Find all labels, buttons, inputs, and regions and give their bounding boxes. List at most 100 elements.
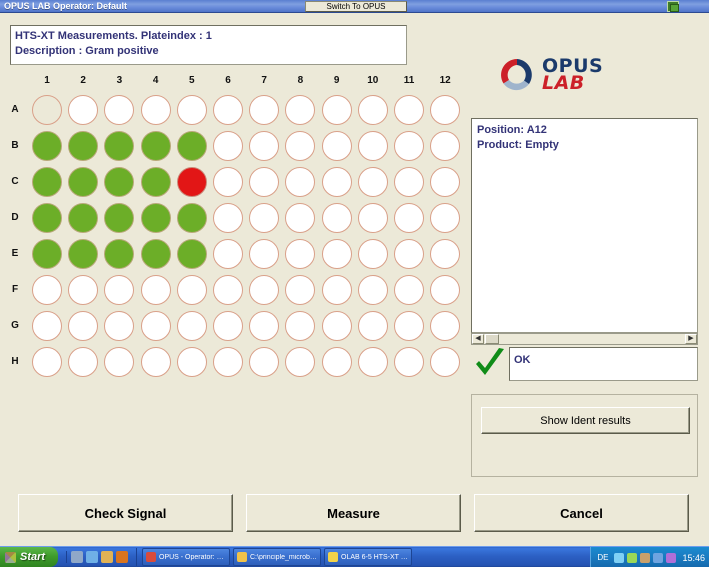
well-B2[interactable]	[68, 131, 98, 161]
well-C9[interactable]	[322, 167, 352, 197]
microplate-grid[interactable]: 123456789101112ABCDEFGH	[6, 73, 461, 378]
well-B5[interactable]	[177, 131, 207, 161]
well-G4[interactable]	[141, 311, 171, 341]
well-E11[interactable]	[394, 239, 424, 269]
well-C10[interactable]	[358, 167, 388, 197]
well-B3[interactable]	[104, 131, 134, 161]
well-F3[interactable]	[104, 275, 134, 305]
language-indicator[interactable]: DE	[597, 553, 608, 562]
well-H9[interactable]	[322, 347, 352, 377]
well-G12[interactable]	[430, 311, 460, 341]
well-H6[interactable]	[213, 347, 243, 377]
well-D10[interactable]	[358, 203, 388, 233]
well-D1[interactable]	[32, 203, 62, 233]
well-C1[interactable]	[32, 167, 62, 197]
network-icon[interactable]	[627, 553, 637, 563]
well-E8[interactable]	[285, 239, 315, 269]
well-F4[interactable]	[141, 275, 171, 305]
well-H5[interactable]	[177, 347, 207, 377]
show-ident-results-button[interactable]: Show Ident results	[481, 407, 690, 434]
well-H8[interactable]	[285, 347, 315, 377]
well-F12[interactable]	[430, 275, 460, 305]
well-A11[interactable]	[394, 95, 424, 125]
well-E4[interactable]	[141, 239, 171, 269]
well-G9[interactable]	[322, 311, 352, 341]
well-H2[interactable]	[68, 347, 98, 377]
well-C11[interactable]	[394, 167, 424, 197]
well-F7[interactable]	[249, 275, 279, 305]
switch-to-opus-button[interactable]: Switch To OPUS	[305, 1, 407, 12]
well-F2[interactable]	[68, 275, 98, 305]
well-H10[interactable]	[358, 347, 388, 377]
well-A4[interactable]	[141, 95, 171, 125]
well-C12[interactable]	[430, 167, 460, 197]
well-H7[interactable]	[249, 347, 279, 377]
well-D6[interactable]	[213, 203, 243, 233]
well-B7[interactable]	[249, 131, 279, 161]
internet-explorer-icon[interactable]	[86, 551, 98, 563]
well-E2[interactable]	[68, 239, 98, 269]
well-A12[interactable]	[430, 95, 460, 125]
well-E6[interactable]	[213, 239, 243, 269]
taskbar-task-2[interactable]: C:\principle_microbial...	[233, 548, 321, 566]
scroll-right-arrow-icon[interactable]: ▶	[685, 334, 697, 344]
start-button[interactable]: Start	[0, 547, 58, 567]
well-C7[interactable]	[249, 167, 279, 197]
well-G10[interactable]	[358, 311, 388, 341]
clock[interactable]: 15:46	[682, 553, 705, 563]
media-player-icon[interactable]	[116, 551, 128, 563]
taskbar-task-3[interactable]: OLAB 6-5 HTS-XT 96T...	[324, 548, 412, 566]
well-E7[interactable]	[249, 239, 279, 269]
well-B9[interactable]	[322, 131, 352, 161]
scrollbar-thumb[interactable]	[485, 334, 499, 344]
well-G5[interactable]	[177, 311, 207, 341]
well-A7[interactable]	[249, 95, 279, 125]
well-D2[interactable]	[68, 203, 98, 233]
well-F10[interactable]	[358, 275, 388, 305]
well-B12[interactable]	[430, 131, 460, 161]
well-D9[interactable]	[322, 203, 352, 233]
cancel-button[interactable]: Cancel	[474, 494, 689, 532]
well-G8[interactable]	[285, 311, 315, 341]
well-H3[interactable]	[104, 347, 134, 377]
well-C2[interactable]	[68, 167, 98, 197]
scroll-left-arrow-icon[interactable]: ◀	[472, 334, 484, 344]
well-C4[interactable]	[141, 167, 171, 197]
well-details-box[interactable]: Position: A12 Product: Empty	[471, 118, 698, 333]
updates-icon[interactable]	[666, 553, 676, 563]
well-E9[interactable]	[322, 239, 352, 269]
well-F9[interactable]	[322, 275, 352, 305]
well-G2[interactable]	[68, 311, 98, 341]
well-G3[interactable]	[104, 311, 134, 341]
well-A5[interactable]	[177, 95, 207, 125]
folder-icon[interactable]	[101, 551, 113, 563]
well-B8[interactable]	[285, 131, 315, 161]
well-E5[interactable]	[177, 239, 207, 269]
well-A1[interactable]	[32, 95, 62, 125]
well-F8[interactable]	[285, 275, 315, 305]
taskbar-task-1[interactable]: OPUS - Operator: De...	[142, 548, 230, 566]
well-H12[interactable]	[430, 347, 460, 377]
well-B11[interactable]	[394, 131, 424, 161]
well-B6[interactable]	[213, 131, 243, 161]
well-A9[interactable]	[322, 95, 352, 125]
well-C8[interactable]	[285, 167, 315, 197]
well-C6[interactable]	[213, 167, 243, 197]
well-A3[interactable]	[104, 95, 134, 125]
well-E10[interactable]	[358, 239, 388, 269]
show-desktop-icon[interactable]	[71, 551, 83, 563]
well-C3[interactable]	[104, 167, 134, 197]
shield-icon[interactable]	[653, 553, 663, 563]
volume-icon[interactable]	[614, 553, 624, 563]
well-H4[interactable]	[141, 347, 171, 377]
check-signal-button[interactable]: Check Signal	[18, 494, 233, 532]
well-H11[interactable]	[394, 347, 424, 377]
measure-button[interactable]: Measure	[246, 494, 461, 532]
well-B4[interactable]	[141, 131, 171, 161]
well-E3[interactable]	[104, 239, 134, 269]
well-F1[interactable]	[32, 275, 62, 305]
well-F6[interactable]	[213, 275, 243, 305]
well-D7[interactable]	[249, 203, 279, 233]
well-F5[interactable]	[177, 275, 207, 305]
well-D3[interactable]	[104, 203, 134, 233]
